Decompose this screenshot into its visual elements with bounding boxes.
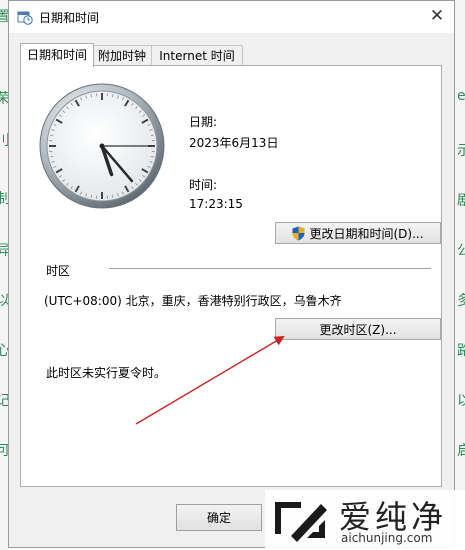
timezone-section-label: 时区 xyxy=(46,264,71,278)
background-glyph: 剧 xyxy=(457,193,465,209)
ok-label: 确定 xyxy=(206,511,231,525)
tab-panel: 日期: 2023年6月13日 时间: 17:23:15 更改日期和时间(D)..… xyxy=(20,65,442,487)
watermark: 爱纯净 aichunjing.com xyxy=(265,490,465,550)
title-bar: 日期和时间 ✕ xyxy=(9,1,454,33)
date-label: 日期: xyxy=(189,115,218,129)
date-value: 2023年6月13日 xyxy=(189,136,279,150)
background-glyph: 公 xyxy=(457,243,465,259)
change-date-time-button[interactable]: 更改日期和时间(D)... xyxy=(275,222,441,244)
watermark-logo-icon xyxy=(275,502,327,542)
dst-note: 此时区未实行夏令时。 xyxy=(46,366,167,380)
tab-internet-time[interactable]: Internet 时间 xyxy=(151,45,243,66)
time-value: 17:23:15 xyxy=(189,197,243,211)
tab-additional-clocks[interactable]: 附加时钟 xyxy=(91,45,153,66)
background-glyph: 多 xyxy=(457,293,465,309)
calendar-clock-icon xyxy=(17,11,33,25)
watermark-url: aichunjing.com xyxy=(341,531,433,545)
background-glyph: 以 xyxy=(457,393,465,409)
timezone-divider xyxy=(109,268,431,269)
background-glyph: 路 xyxy=(457,343,465,359)
close-icon: ✕ xyxy=(429,6,445,26)
analog-clock xyxy=(39,83,165,209)
change-timezone-label: 更改时区(Z)... xyxy=(319,322,397,337)
background-glyph: 示 xyxy=(457,143,465,159)
background-glyph: 启 xyxy=(457,443,465,459)
ok-button[interactable]: 确定 xyxy=(176,504,262,531)
timezone-value: (UTC+08:00) 北京，重庆，香港特别行政区，乌鲁木齐 xyxy=(44,294,342,308)
change-date-time-label: 更改日期和时间(D)... xyxy=(309,226,424,241)
uac-shield-icon xyxy=(292,226,305,240)
window-title: 日期和时间 xyxy=(39,11,100,25)
time-label: 时间: xyxy=(189,178,218,192)
date-time-dialog: 日期和时间 ✕ 日期和时间 附加时钟 Internet 时间 日期: 2023年… xyxy=(8,0,455,548)
background-page-right: e 示 剧 公 多 路 以 启 xyxy=(455,0,465,550)
background-glyph: e xyxy=(457,88,465,104)
close-button[interactable]: ✕ xyxy=(422,1,452,31)
change-timezone-button[interactable]: 更改时区(Z)... xyxy=(275,318,441,340)
tab-date-time[interactable]: 日期和时间 xyxy=(20,43,94,67)
